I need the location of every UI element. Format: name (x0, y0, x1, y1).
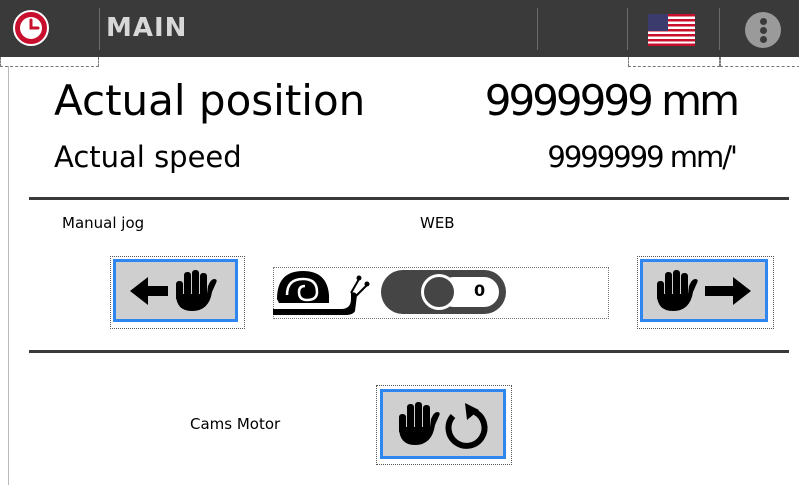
jog-right-icon (657, 270, 751, 311)
left-edge (8, 66, 9, 485)
focus-outline (628, 57, 720, 67)
actual-speed-label: Actual speed (54, 140, 242, 174)
jog-left-icon (130, 270, 217, 311)
actual-position-value: 9999999 mm (484, 76, 740, 125)
hand-rotate-icon (399, 402, 488, 449)
focus-outline (0, 57, 99, 67)
cams-motor-button[interactable] (380, 389, 506, 459)
manual-jog-label: Manual jog (62, 214, 145, 232)
jog-left-button[interactable] (113, 259, 238, 322)
actual-position-label: Actual position (54, 76, 366, 125)
snail-icon (271, 265, 371, 319)
cams-motor-label: Cams Motor (190, 415, 281, 433)
separator (627, 8, 628, 50)
separator (99, 8, 100, 50)
top-bar: MAIN (0, 0, 799, 57)
separator (719, 8, 720, 50)
toggle-knob (421, 274, 457, 310)
more-icon[interactable] (745, 12, 781, 48)
actual-speed-value: 9999999 mm/' (547, 140, 738, 174)
web-label: WEB (420, 214, 455, 232)
jog-right-button[interactable] (640, 259, 768, 322)
focus-outline (720, 57, 799, 67)
divider (29, 197, 789, 200)
clock-icon[interactable] (12, 9, 50, 47)
toggle-value: 0 (474, 281, 486, 300)
divider (29, 350, 789, 353)
speed-toggle[interactable]: 0 (381, 270, 506, 314)
separator (537, 8, 538, 50)
us-flag-icon[interactable] (648, 14, 695, 46)
page-title: MAIN (106, 13, 188, 43)
